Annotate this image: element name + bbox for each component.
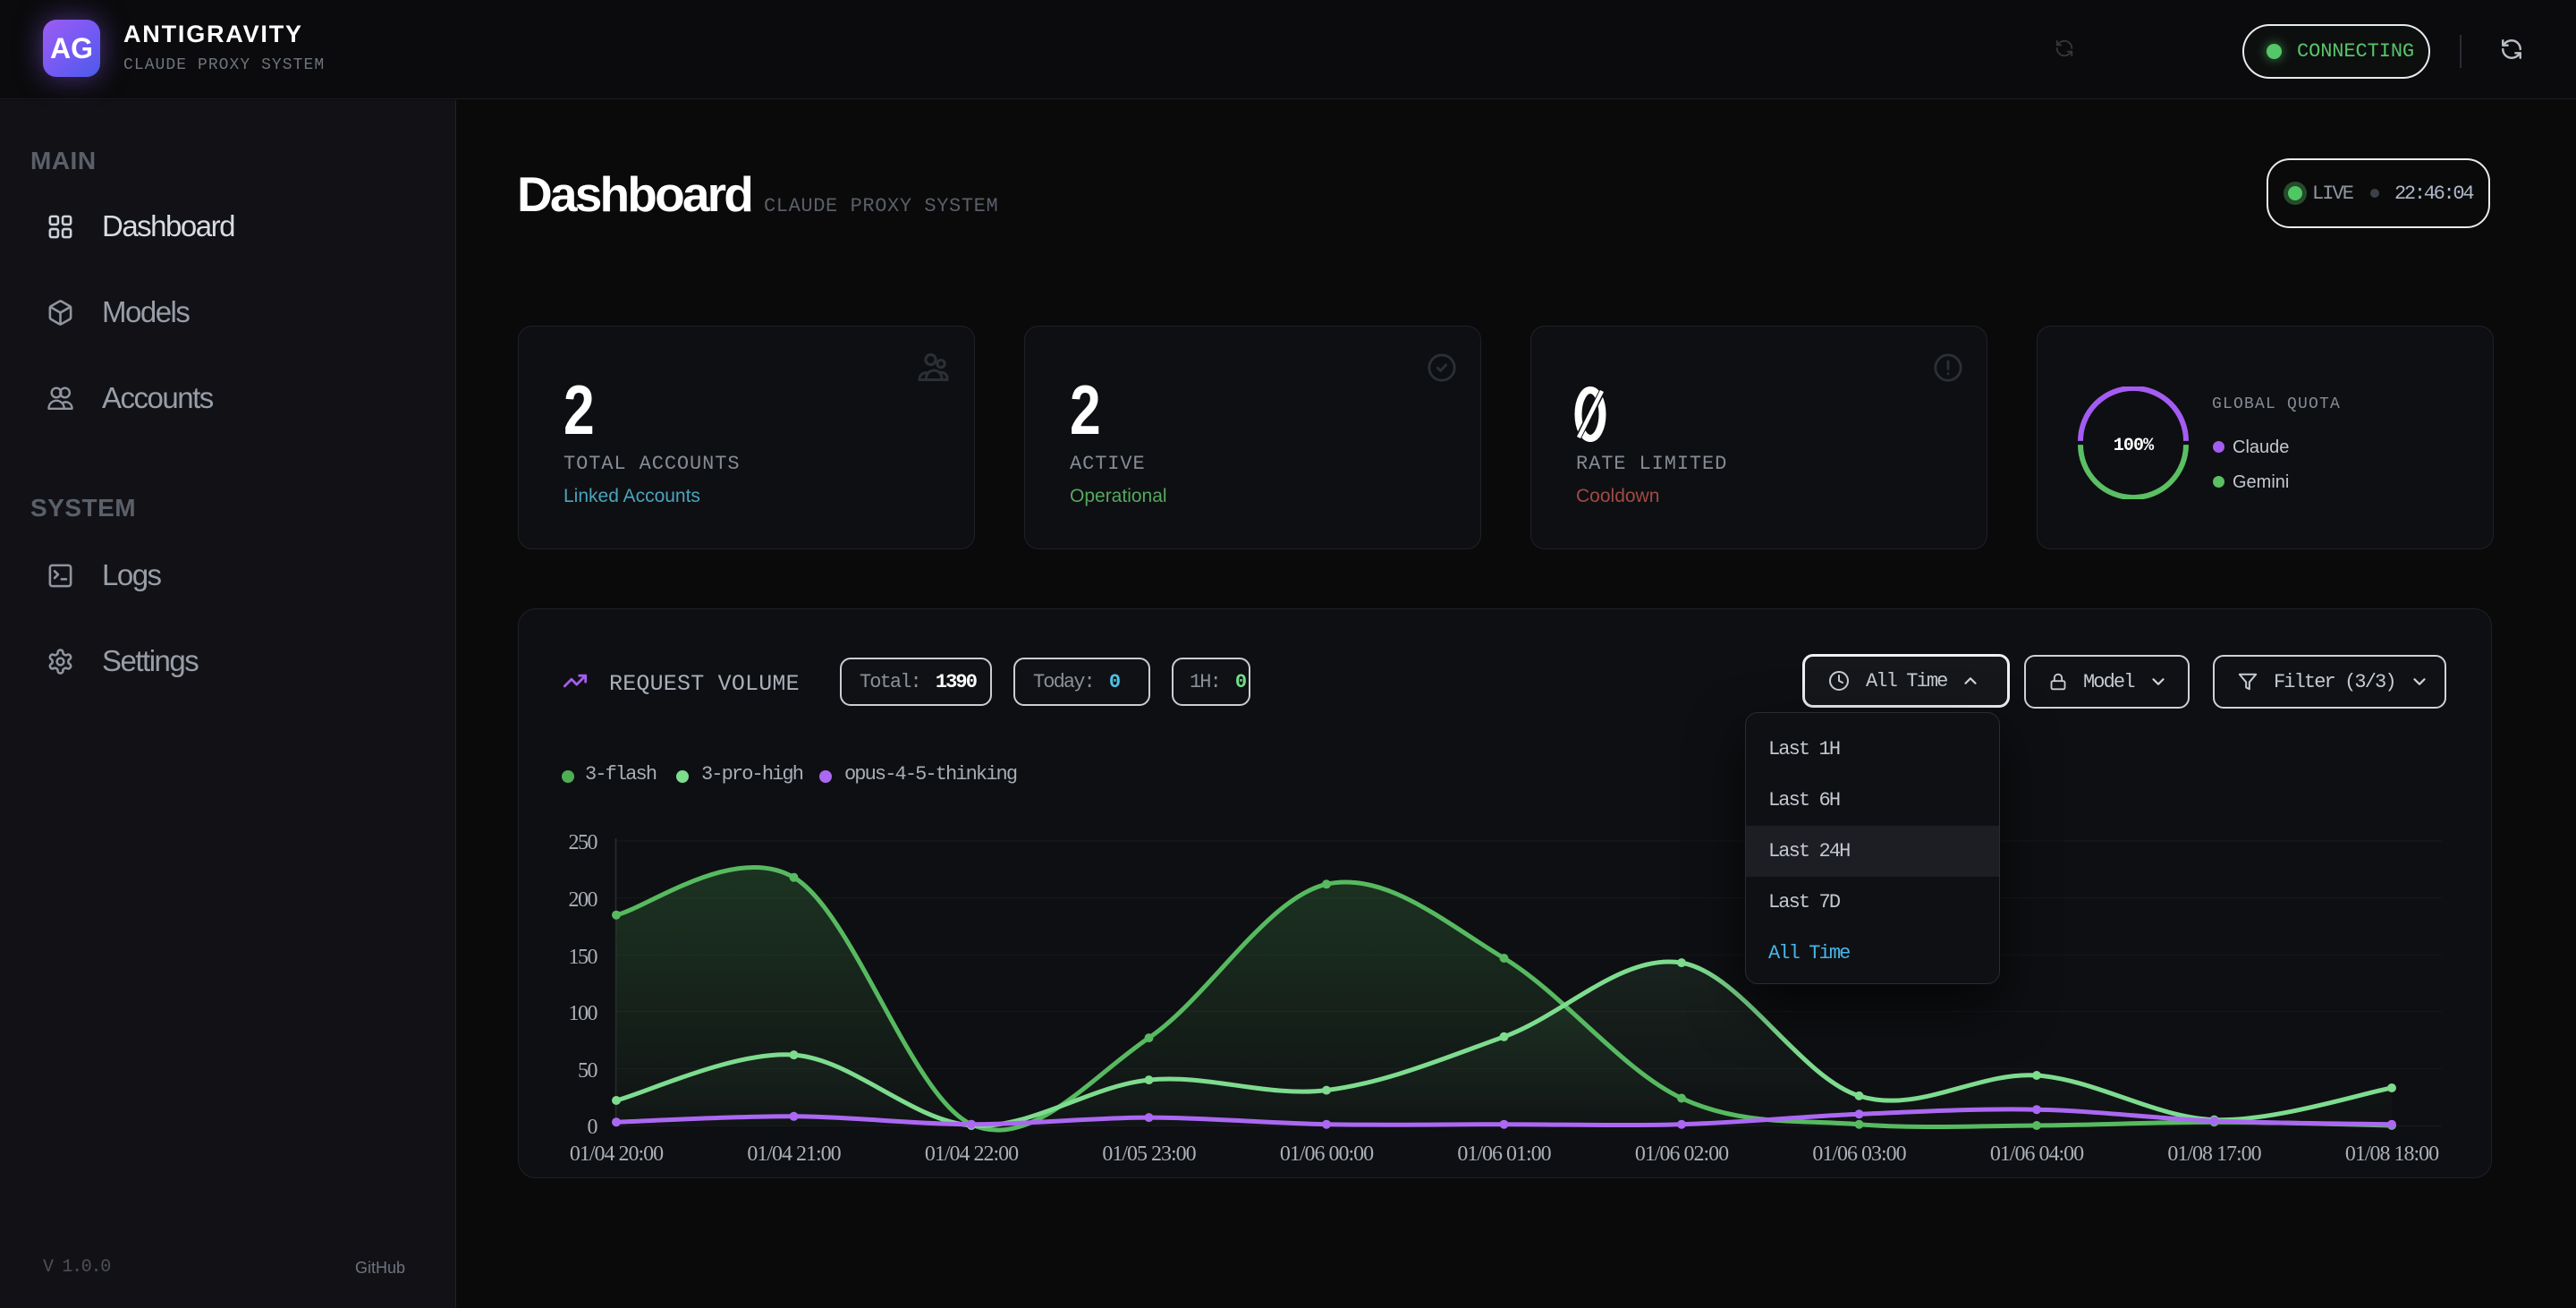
svg-text:01/06 03:00: 01/06 03:00 [1812,1142,1906,1166]
svg-text:01/06 02:00: 01/06 02:00 [1635,1142,1729,1166]
svg-text:01/04 20:00: 01/04 20:00 [570,1142,664,1166]
svg-text:200: 200 [569,888,598,912]
svg-text:01/04 22:00: 01/04 22:00 [925,1142,1019,1166]
svg-text:01/06 01:00: 01/06 01:00 [1457,1142,1551,1166]
svg-text:01/05 23:00: 01/05 23:00 [1102,1142,1196,1166]
svg-text:01/06 00:00: 01/06 00:00 [1280,1142,1374,1166]
svg-text:100%: 100% [2114,436,2155,456]
svg-text:0: 0 [588,1116,598,1139]
svg-text:01/06 04:00: 01/06 04:00 [1990,1142,2084,1166]
svg-text:01/08 17:00: 01/08 17:00 [2167,1142,2261,1166]
svg-text:01/04 21:00: 01/04 21:00 [747,1142,841,1166]
svg-text:100: 100 [569,1002,598,1025]
svg-text:250: 250 [569,831,598,854]
svg-text:150: 150 [569,946,598,969]
svg-text:50: 50 [578,1059,598,1083]
svg-text:01/08 18:00: 01/08 18:00 [2345,1142,2439,1166]
